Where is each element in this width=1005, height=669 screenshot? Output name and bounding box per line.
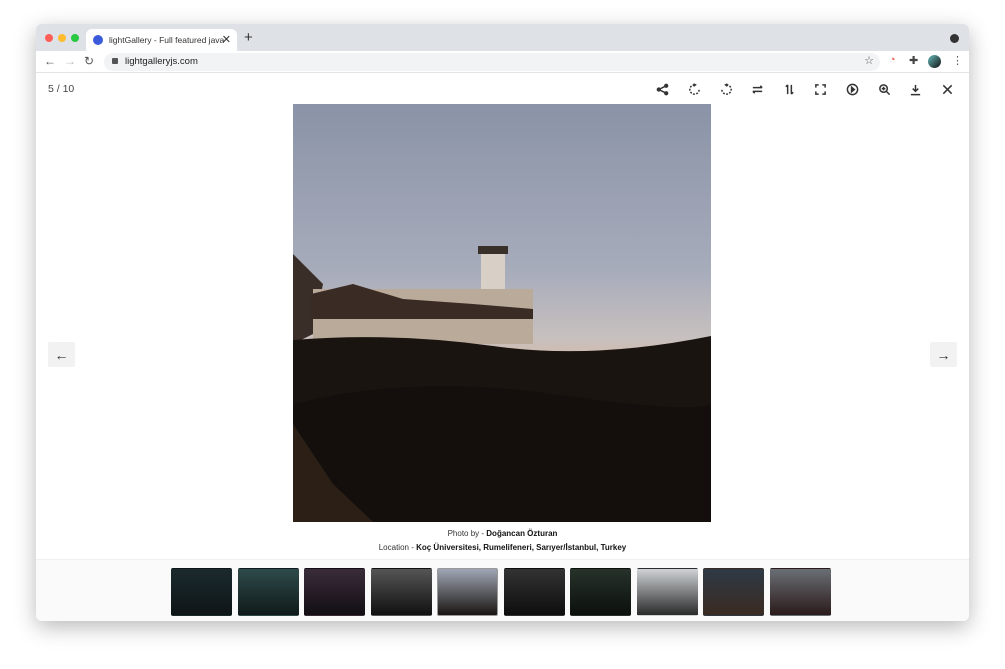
fullscreen-icon[interactable] xyxy=(805,80,837,98)
favicon-icon xyxy=(93,35,103,45)
tab-title: lightGallery - Full featured javascript … xyxy=(109,35,224,45)
flip-horizontal-icon[interactable] xyxy=(742,80,774,98)
prev-slide-button[interactable]: ← xyxy=(48,342,75,367)
rotate-right-icon[interactable] xyxy=(679,80,711,98)
thumbnail[interactable] xyxy=(237,568,299,616)
thumbnail[interactable] xyxy=(370,568,432,616)
tab-search-icon[interactable] xyxy=(950,34,959,43)
caption-label: Location - xyxy=(378,543,417,552)
next-slide-button[interactable]: → xyxy=(930,342,957,367)
building-silhouette xyxy=(293,246,711,522)
tab-bar: lightGallery - Full featured javascript … xyxy=(36,24,969,51)
extension-timer-icon[interactable]: ◔ xyxy=(889,54,896,66)
browser-window: lightGallery - Full featured javascript … xyxy=(36,24,969,621)
caption-label: Photo by - xyxy=(447,529,487,538)
lightgallery-viewer: 5 / 10 ← → Photo by - Doğancan Özturan L… xyxy=(36,74,969,621)
thumbnail[interactable] xyxy=(304,568,365,616)
share-icon[interactable] xyxy=(647,80,679,98)
avatar[interactable] xyxy=(928,55,941,68)
rotate-left-icon[interactable] xyxy=(710,80,742,98)
lock-icon xyxy=(112,58,118,64)
flip-vertical-icon[interactable] xyxy=(773,80,805,98)
forward-icon[interactable]: → xyxy=(64,54,76,68)
caption-photographer: Photo by - Doğancan Özturan xyxy=(36,529,969,538)
browser-toolbar: ← → ↻ lightgalleryjs.com ☆ ◔ ✚ ⋮ xyxy=(36,51,969,73)
thumbnail[interactable] xyxy=(636,568,698,616)
thumbnail[interactable] xyxy=(703,568,764,616)
thumbnail[interactable] xyxy=(171,568,232,616)
new-tab-button[interactable]: + xyxy=(244,29,253,46)
gallery-toolbar xyxy=(647,80,963,98)
zoom-in-icon[interactable] xyxy=(868,80,900,98)
url-text: lightgalleryjs.com xyxy=(125,56,198,67)
back-icon[interactable]: ← xyxy=(44,54,56,68)
address-bar[interactable]: lightgalleryjs.com ☆ xyxy=(104,53,880,71)
play-icon[interactable] xyxy=(837,80,869,98)
thumbnail-strip xyxy=(36,559,969,621)
thumbnail[interactable] xyxy=(437,568,498,616)
browser-tab[interactable]: lightGallery - Full featured javascript … xyxy=(86,29,237,51)
bookmark-star-icon[interactable]: ☆ xyxy=(864,54,874,67)
thumbnail[interactable] xyxy=(769,568,831,616)
gallery-image[interactable] xyxy=(293,104,711,522)
thumbnail[interactable] xyxy=(570,568,631,616)
photographer-name: Doğancan Özturan xyxy=(486,529,558,538)
thumbnail[interactable] xyxy=(503,568,565,616)
tab-close-icon[interactable]: ✕ xyxy=(222,33,231,46)
download-icon[interactable] xyxy=(900,80,932,98)
location-name: Koç Üniversitesi, Rumelifeneri, Sarıyer/… xyxy=(416,543,627,552)
menu-kebab-icon[interactable]: ⋮ xyxy=(952,54,963,67)
reload-icon[interactable]: ↻ xyxy=(84,54,94,68)
close-window-button[interactable] xyxy=(45,34,53,42)
extensions-puzzle-icon[interactable]: ✚ xyxy=(909,54,918,67)
slide-counter: 5 / 10 xyxy=(48,83,75,95)
minimize-window-button[interactable] xyxy=(58,34,66,42)
close-icon[interactable] xyxy=(931,80,963,98)
maximize-window-button[interactable] xyxy=(71,34,79,42)
caption-location: Location - Koç Üniversitesi, Rumelifener… xyxy=(36,543,969,552)
